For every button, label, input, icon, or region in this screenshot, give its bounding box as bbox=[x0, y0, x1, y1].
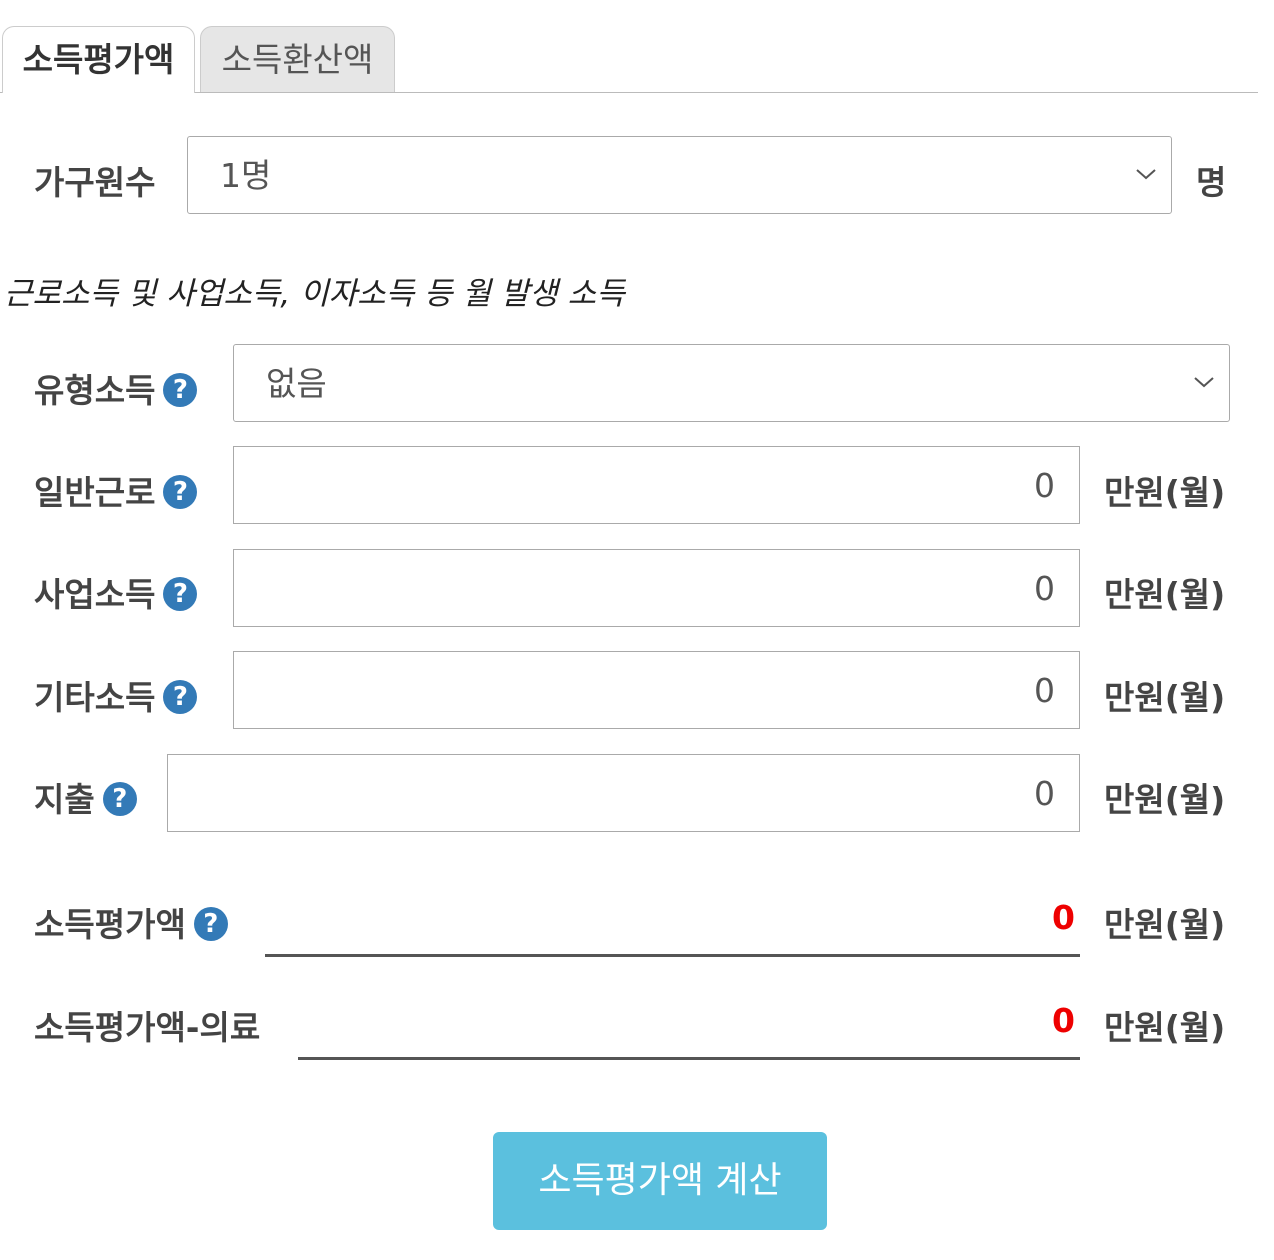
other-income-label-text: 기타소득 bbox=[34, 678, 156, 717]
question-circle-icon[interactable]: ? bbox=[163, 372, 198, 407]
other-income-value: 0 bbox=[1034, 671, 1055, 710]
chevron-down-icon bbox=[1136, 169, 1156, 180]
business-income-value: 0 bbox=[1034, 569, 1055, 608]
income-evaluation-label: 소득평가액? bbox=[34, 898, 228, 946]
business-income-unit: 만원(월) bbox=[1104, 575, 1226, 614]
type-income-select-value: 없음 bbox=[266, 364, 327, 403]
household-unit: 명 bbox=[1196, 163, 1227, 202]
other-income-unit: 만원(월) bbox=[1104, 678, 1226, 717]
other-income-input[interactable]: 0 bbox=[233, 651, 1080, 729]
expenditure-label: 지출? bbox=[34, 773, 137, 821]
business-income-label-text: 사업소득 bbox=[34, 575, 156, 614]
type-income-select[interactable]: 없음 bbox=[233, 344, 1230, 422]
tab-income-conversion[interactable]: 소득환산액 bbox=[200, 26, 395, 92]
question-circle-icon[interactable]: ? bbox=[163, 576, 198, 611]
expenditure-unit: 만원(월) bbox=[1104, 780, 1226, 819]
expenditure-input[interactable]: 0 bbox=[167, 754, 1080, 832]
income-evaluation-underline bbox=[265, 954, 1080, 957]
tab-bar: 소득평가액 소득환산액 bbox=[0, 0, 1258, 93]
general-labor-unit: 만원(월) bbox=[1104, 473, 1226, 512]
other-income-label: 기타소득? bbox=[34, 671, 198, 719]
income-evaluation-medical-underline bbox=[298, 1057, 1080, 1060]
general-labor-value: 0 bbox=[1034, 466, 1055, 505]
income-evaluation-medical-label: 소득평가액-의료 bbox=[34, 1008, 261, 1047]
tab-income-evaluation[interactable]: 소득평가액 bbox=[2, 26, 195, 93]
chevron-down-icon bbox=[1194, 377, 1214, 388]
income-evaluation-unit: 만원(월) bbox=[1104, 905, 1226, 944]
household-select[interactable]: 1명 bbox=[187, 136, 1172, 214]
question-circle-icon[interactable]: ? bbox=[102, 781, 137, 816]
type-income-label: 유형소득? bbox=[34, 364, 198, 412]
household-label: 가구원수 bbox=[34, 163, 156, 202]
general-labor-label-text: 일반근로 bbox=[34, 473, 156, 512]
question-circle-icon[interactable]: ? bbox=[163, 474, 198, 509]
business-income-label: 사업소득? bbox=[34, 568, 198, 616]
income-evaluation-value: 0 bbox=[1052, 898, 1075, 937]
income-evaluation-medical-unit: 만원(월) bbox=[1104, 1008, 1226, 1047]
question-circle-icon[interactable]: ? bbox=[163, 679, 198, 714]
income-note: 근로소득 및 사업소득, 이자소득 등 월 발생 소득 bbox=[4, 276, 625, 312]
expenditure-label-text: 지출 bbox=[34, 780, 95, 819]
business-income-input[interactable]: 0 bbox=[233, 549, 1080, 627]
general-labor-label: 일반근로? bbox=[34, 466, 198, 514]
expenditure-value: 0 bbox=[1034, 774, 1055, 813]
income-evaluation-medical-value: 0 bbox=[1052, 1001, 1075, 1040]
income-evaluation-label-text: 소득평가액 bbox=[34, 905, 186, 944]
general-labor-input[interactable]: 0 bbox=[233, 446, 1080, 524]
question-circle-icon[interactable]: ? bbox=[193, 906, 228, 941]
type-income-label-text: 유형소득 bbox=[34, 371, 156, 410]
household-select-value: 1명 bbox=[220, 156, 272, 195]
calculate-button[interactable]: 소득평가액 계산 bbox=[493, 1132, 827, 1230]
